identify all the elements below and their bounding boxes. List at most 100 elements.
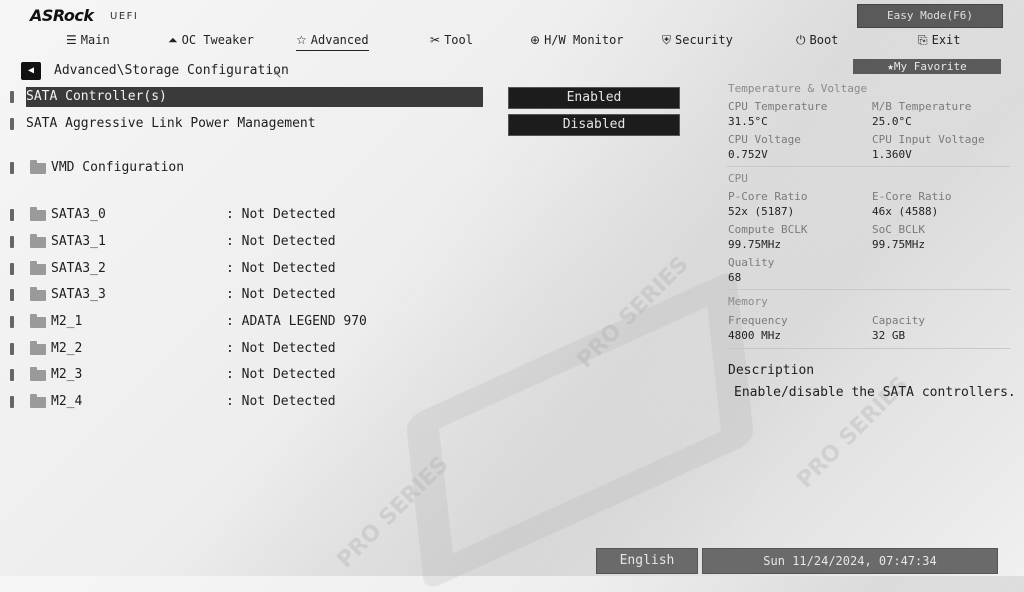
- capacity-label: Capacity: [872, 314, 925, 327]
- quality-label: Quality: [728, 256, 775, 269]
- star-icon: ☆: [296, 33, 307, 47]
- ecore-ratio-value: 46x (4588): [872, 205, 939, 218]
- language-button[interactable]: English: [596, 548, 698, 574]
- port-value: : Not Detected: [226, 394, 336, 409]
- temp-voltage-title: Temperature & Voltage: [728, 82, 868, 95]
- row-marker: [10, 162, 14, 174]
- port-row-sata3-1[interactable]: SATA3_1 : Not Detected: [10, 232, 710, 252]
- memory-title: Memory: [728, 295, 768, 308]
- tab-label: Tool: [444, 33, 473, 47]
- cpu-voltage-label: CPU Voltage: [728, 133, 801, 146]
- port-row-sata3-3[interactable]: SATA3_3 : Not Detected: [10, 285, 710, 305]
- tab-security[interactable]: ⛨ Security: [662, 30, 733, 50]
- pcore-ratio-value: 52x (5187): [728, 205, 795, 218]
- tools-icon: ✂: [430, 33, 441, 47]
- power-icon: ⏻: [796, 33, 806, 47]
- folder-icon: [30, 367, 46, 381]
- sata-alpm-option[interactable]: Disabled: [508, 114, 680, 136]
- port-row-m2-1[interactable]: M2_1 : ADATA LEGEND 970: [10, 312, 710, 332]
- mb-temp-value: 25.0°C: [872, 115, 912, 128]
- pcore-ratio-label: P-Core Ratio: [728, 190, 808, 203]
- soc-bclk-value: 99.75MHz: [872, 238, 925, 251]
- tab-label: Exit: [931, 33, 961, 47]
- port-value: : Not Detected: [226, 367, 336, 382]
- tab-label: OC Tweaker: [181, 33, 254, 47]
- tab-exit[interactable]: ⎘ Exit: [918, 30, 961, 50]
- tab-hw-monitor[interactable]: ⊕ H/W Monitor: [530, 30, 624, 50]
- tab-label: Advanced: [310, 33, 369, 47]
- cpu-input-voltage-label: CPU Input Voltage: [872, 133, 985, 146]
- tab-advanced[interactable]: ☆ Advanced: [296, 30, 369, 51]
- back-arrow-icon: ◀: [27, 65, 35, 76]
- tab-oc-tweaker[interactable]: ⏶ OC Tweaker: [168, 30, 254, 50]
- row-marker: [10, 396, 14, 408]
- ecore-ratio-label: E-Core Ratio: [872, 190, 952, 203]
- panel-divider: [726, 289, 1010, 290]
- folder-icon: [30, 287, 46, 301]
- port-value: : Not Detected: [226, 341, 336, 356]
- vmd-configuration-label: VMD Configuration: [51, 160, 185, 175]
- cpu-temp-label: CPU Temperature: [728, 100, 828, 113]
- uefi-logo-text: UEFI: [110, 11, 139, 22]
- cpu-temp-value: 31.5°C: [728, 115, 768, 128]
- row-marker: [10, 289, 14, 301]
- description-title: Description: [728, 363, 815, 378]
- port-label: M2_4: [51, 394, 83, 409]
- asrock-logo: ASRock: [30, 6, 94, 25]
- port-value: : Not Detected: [226, 207, 336, 222]
- tab-label: Security: [675, 33, 733, 47]
- row-marker: [10, 343, 14, 355]
- cpu-voltage-value: 0.752V: [728, 148, 768, 161]
- port-row-m2-4[interactable]: M2_4 : Not Detected: [10, 392, 710, 412]
- my-favorite-button[interactable]: ★My Favorite: [853, 59, 1001, 74]
- panel-divider: [726, 348, 1010, 349]
- mouse-cursor-icon: ↖: [273, 68, 283, 81]
- port-row-m2-3[interactable]: M2_3 : Not Detected: [10, 365, 710, 385]
- sata-controller-option[interactable]: Enabled: [508, 87, 680, 109]
- sata-alpm-label: SATA Aggressive Link Power Management: [26, 116, 316, 131]
- easy-mode-button[interactable]: Easy Mode(F6): [857, 4, 1003, 28]
- port-row-sata3-2[interactable]: SATA3_2 : Not Detected: [10, 259, 710, 279]
- vmd-configuration-row[interactable]: VMD Configuration: [10, 158, 710, 178]
- port-label: M2_1: [51, 314, 83, 329]
- port-label: M2_2: [51, 341, 83, 356]
- port-row-sata3-0[interactable]: SATA3_0 : Not Detected: [10, 205, 710, 225]
- port-value: : Not Detected: [226, 261, 336, 276]
- top-nav: ☰ Main ⏶ OC Tweaker ☆ Advanced ✂ Tool ⊕ H/W M…: [0, 30, 1024, 52]
- tab-label: H/W Monitor: [544, 33, 624, 47]
- folder-icon: [30, 341, 46, 355]
- list-icon: ☰: [66, 33, 77, 47]
- row-marker: [10, 316, 14, 328]
- row-marker: [10, 91, 14, 103]
- tab-main[interactable]: ☰ Main: [66, 30, 110, 50]
- port-label: M2_3: [51, 367, 83, 382]
- port-label: SATA3_0: [51, 207, 106, 222]
- my-favorite-label: My Favorite: [893, 60, 967, 73]
- row-marker: [10, 236, 14, 248]
- frequency-value: 4800 MHz: [728, 329, 781, 342]
- capacity-value: 32 GB: [872, 329, 906, 342]
- breadcrumb: Advanced\Storage Configuration: [54, 63, 289, 78]
- row-marker: [10, 118, 14, 130]
- rocket-icon: ⏶: [168, 33, 178, 47]
- back-button[interactable]: ◀: [21, 62, 41, 80]
- datetime-display: Sun 11/24/2024, 07:47:34: [702, 548, 998, 574]
- folder-icon: [30, 394, 46, 408]
- row-marker: [10, 263, 14, 275]
- cpu-input-voltage-value: 1.360V: [872, 148, 912, 161]
- tab-boot[interactable]: ⏻ Boot: [796, 30, 838, 50]
- description-text: Enable/disable the SATA controllers.: [734, 385, 1016, 400]
- sata-controller-label: SATA Controller(s): [26, 89, 167, 104]
- port-row-m2-2[interactable]: M2_2 : Not Detected: [10, 339, 710, 359]
- shield-icon: ⛨: [662, 33, 672, 47]
- port-label: SATA3_3: [51, 287, 106, 302]
- folder-icon: [30, 314, 46, 328]
- tab-tool[interactable]: ✂ Tool: [430, 30, 473, 50]
- compute-bclk-value: 99.75MHz: [728, 238, 781, 251]
- frequency-label: Frequency: [728, 314, 788, 327]
- row-marker: [10, 369, 14, 381]
- info-panel: Temperature & Voltage CPU Temperature 31…: [724, 80, 1016, 550]
- folder-icon: [30, 160, 46, 174]
- mb-temp-label: M/B Temperature: [872, 100, 972, 113]
- crosshair-icon: ⊕: [530, 33, 541, 47]
